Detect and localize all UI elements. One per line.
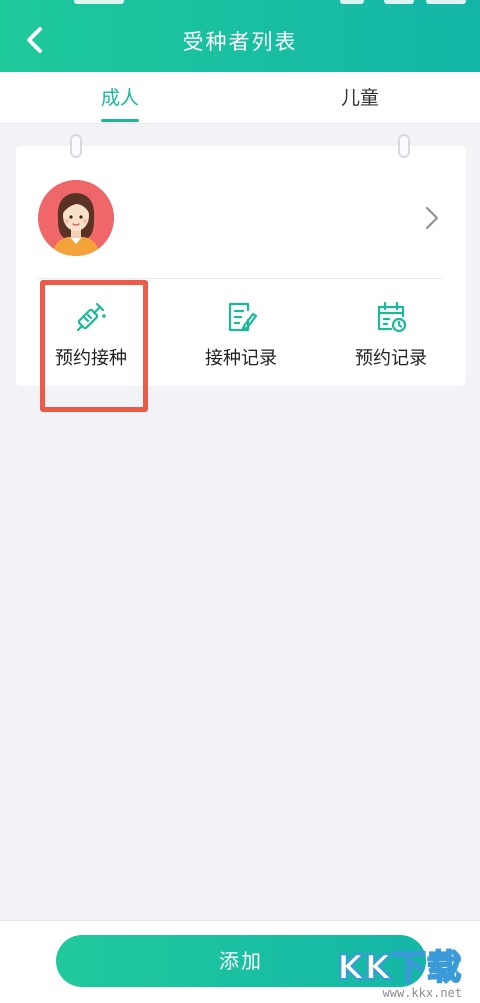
highlight-annotation <box>40 280 148 412</box>
app-header: 受种者列表 <box>0 0 480 72</box>
avatar[interactable] <box>38 180 114 256</box>
record-edit-icon <box>228 302 258 332</box>
appointment-records-button[interactable]: 预约记录 <box>316 296 466 376</box>
tab-child[interactable]: 儿童 <box>240 72 480 123</box>
vaccination-records-label: 接种记录 <box>205 348 277 369</box>
card-clip-right <box>398 134 410 158</box>
calendar-clock-icon <box>377 301 407 333</box>
active-tab-indicator <box>101 119 139 122</box>
chevron-right-icon[interactable] <box>424 204 440 232</box>
card-divider <box>38 278 442 279</box>
page-title: 受种者列表 <box>182 30 298 54</box>
tab-child-label: 儿童 <box>340 87 379 109</box>
appointment-records-label: 预约记录 <box>355 348 427 369</box>
tab-adult-label: 成人 <box>100 87 139 109</box>
watermark: KK下载 www.kkx.net <box>324 947 474 1003</box>
vaccination-records-button[interactable]: 接种记录 <box>166 296 316 376</box>
status-bar-fragment <box>0 0 480 8</box>
watermark-logo: KK下载 <box>336 947 462 989</box>
card-clip-left <box>70 134 82 158</box>
female-avatar-icon <box>38 180 114 256</box>
tab-bar: 成人 儿童 <box>0 72 480 124</box>
tab-adult[interactable]: 成人 <box>0 72 240 123</box>
watermark-url: www.kkx.net <box>382 986 462 1000</box>
